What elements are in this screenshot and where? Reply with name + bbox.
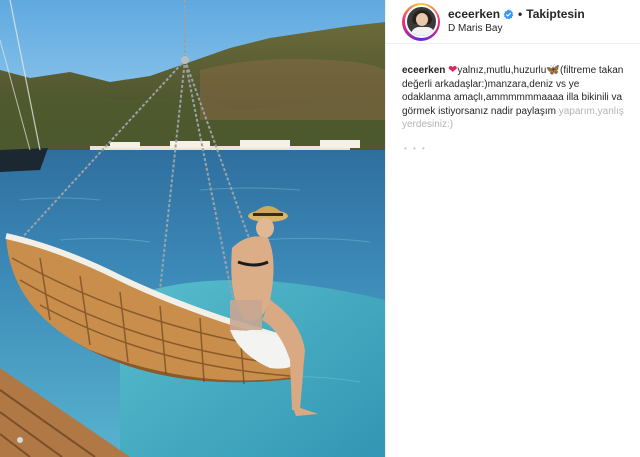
following-button[interactable]: Takiptesin (526, 7, 584, 22)
instagram-post: eceerken • Takiptesin D Maris Bay eceerk… (0, 0, 640, 457)
author-username[interactable]: eceerken (448, 7, 500, 22)
post-header: eceerken • Takiptesin D Maris Bay (386, 0, 640, 44)
faded-text-fragment: • • • (404, 144, 427, 153)
header-row: eceerken • Takiptesin (448, 7, 585, 22)
post-caption: eceerken ❤yalnız,mutlu,huzurlu🦋(filtreme… (386, 44, 640, 132)
header-text: eceerken • Takiptesin D Maris Bay (448, 7, 585, 36)
separator-dot: • (518, 7, 523, 22)
heart-emoji: ❤ (448, 64, 458, 76)
caption-words: yalnız,mutlu,huzurlu (457, 65, 547, 76)
butterfly-emoji: 🦋 (546, 64, 561, 76)
post-photo[interactable] (0, 0, 385, 457)
caption-username[interactable]: eceerken (402, 65, 445, 76)
post-side-panel: eceerken • Takiptesin D Maris Bay eceerk… (385, 0, 640, 457)
avatar-image (404, 5, 438, 38)
post-location[interactable]: D Maris Bay (448, 23, 585, 36)
verified-badge-icon (503, 9, 514, 20)
avatar[interactable] (402, 2, 440, 41)
swing-hammock-sea-photo (0, 0, 385, 457)
